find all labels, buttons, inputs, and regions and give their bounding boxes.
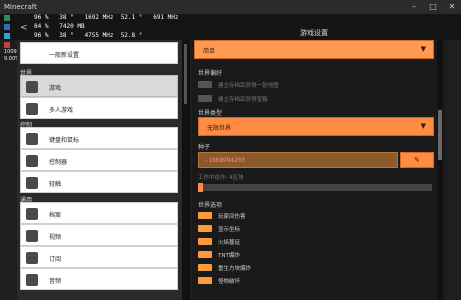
settings-content	[192, 40, 445, 300]
option-label: 怪物破坏	[218, 279, 241, 285]
sidebar-item-label: 档案	[49, 212, 62, 219]
sidebar-item-label: 视频	[49, 234, 62, 241]
sidebar-item-video[interactable]: 视频	[20, 224, 178, 246]
sidebar-item-controller[interactable]: 控制器	[20, 149, 178, 171]
sidebar-item-label: 控制器	[49, 159, 68, 166]
world-options-label: 世界选项	[198, 202, 223, 209]
sidebar-item-audio[interactable]: 音频	[20, 268, 178, 290]
simulation-label: 工作中运作: 4区块	[198, 175, 244, 181]
option-label: 重生方块爆炸	[218, 266, 252, 272]
sidebar-item-game[interactable]: 游戏	[20, 75, 178, 97]
settings-header	[0, 14, 461, 40]
scrollbar-thumb[interactable]	[184, 44, 187, 104]
maximize-button[interactable]: □	[424, 0, 442, 14]
sidebar-item-label: 音频	[49, 278, 62, 285]
sidebar-item-profile[interactable]: 档案	[20, 202, 178, 224]
option-label: 玩家间伤害	[218, 214, 246, 220]
seed-value: -1668994203	[205, 157, 245, 164]
sidebar-item-label: 多人游戏	[49, 107, 74, 114]
profile-icon	[26, 208, 38, 220]
monitor-icon	[26, 230, 38, 242]
multiplayer-icon	[26, 103, 38, 115]
slider-knob[interactable]	[198, 183, 203, 192]
dropdown-value: 简单	[203, 48, 216, 55]
fps-indicator	[4, 42, 10, 48]
simulation-slider[interactable]	[198, 183, 432, 192]
controller-icon	[26, 155, 38, 167]
gamepad-icon	[26, 81, 38, 93]
page-title: 游戏设置	[300, 29, 328, 37]
keyboard-icon	[26, 133, 38, 145]
sidebar-item-label: 键盘和鼠标	[49, 137, 80, 144]
sidebar-item-label: 轻触	[49, 181, 62, 188]
option-label: 火焰蔓延	[218, 240, 241, 246]
pencil-icon: ✎	[414, 156, 420, 164]
world-type-label: 世界类型	[198, 110, 223, 117]
scrollbar-thumb[interactable]	[438, 110, 442, 160]
sidebar-item-partial[interactable]: 一般新设置	[20, 42, 178, 64]
world-type-dropdown[interactable]: 无限世界 ▼	[198, 117, 434, 136]
chevron-down-icon: ▼	[420, 122, 426, 130]
option-label: TNT爆炸	[218, 253, 240, 259]
respawn-toggle[interactable]	[198, 264, 212, 271]
option-label: 显示坐标	[218, 227, 241, 233]
sidebar-item-subscriptions[interactable]: 订阅	[20, 246, 178, 268]
sidebar-item-keyboard[interactable]: 键盘和鼠标	[20, 127, 178, 149]
edit-seed-button[interactable]: ✎	[400, 152, 434, 168]
pvp-toggle[interactable]	[198, 212, 212, 219]
audio-icon	[26, 274, 38, 286]
fire-toggle[interactable]	[198, 238, 212, 245]
sidebar-item-multiplayer[interactable]: 多人游戏	[20, 97, 178, 119]
seed-input[interactable]: -1668994203	[198, 152, 398, 168]
dropdown-value: 无限世界	[207, 125, 232, 132]
title-bar: Minecraft – □ ✕	[0, 0, 461, 14]
seed-label: 种子	[198, 144, 211, 151]
subscription-icon	[26, 252, 38, 264]
mob-griefing-toggle[interactable]	[198, 277, 212, 284]
sidebar-item-label: 订阅	[49, 256, 62, 263]
option-label: 建立存档后获得一张地图	[218, 83, 279, 89]
sidebar-item-label: 游戏	[49, 85, 62, 92]
back-button[interactable]: <	[20, 23, 28, 33]
touch-icon	[26, 177, 38, 189]
sidebar-item-touch[interactable]: 轻触	[20, 171, 178, 193]
close-button[interactable]: ✕	[443, 0, 461, 14]
chest-toggle[interactable]	[198, 95, 212, 102]
chevron-down-icon: ▼	[420, 45, 426, 53]
content-scrollbar[interactable]	[437, 40, 443, 300]
difficulty-dropdown[interactable]: 简单 ▼	[194, 40, 434, 59]
minimize-button[interactable]: –	[405, 0, 423, 14]
sidebar-item-label: 一般新设置	[49, 52, 80, 59]
coords-toggle[interactable]	[198, 225, 212, 232]
sidebar-scrollbar[interactable]	[182, 40, 190, 300]
app-title: Minecraft	[4, 3, 37, 11]
option-label: 建立存档后获得宝箱	[218, 97, 268, 103]
map-toggle[interactable]	[198, 81, 212, 88]
tnt-toggle[interactable]	[198, 251, 212, 258]
world-prefs-label: 世界偏好	[198, 70, 223, 77]
